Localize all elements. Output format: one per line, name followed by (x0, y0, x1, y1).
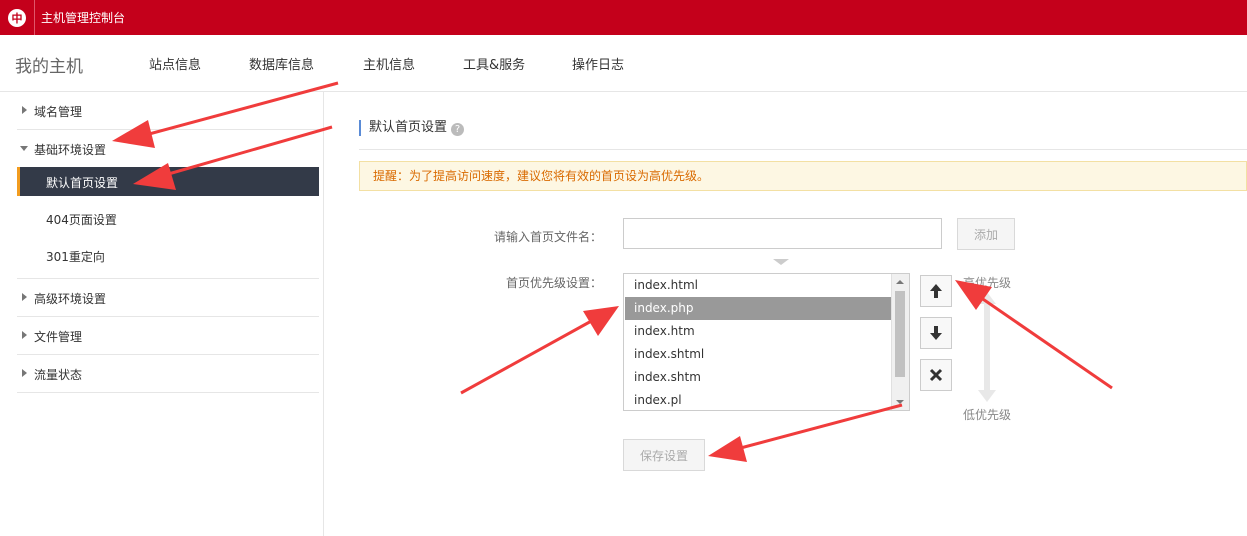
priority-scale-icon (978, 292, 996, 402)
list-item[interactable]: index.pl (625, 389, 892, 410)
arrow-down-icon (930, 326, 942, 340)
sidebar-subitem-404[interactable]: 404页面设置 (17, 204, 319, 233)
sidebar-item-traffic[interactable]: 流量状态 (17, 355, 319, 393)
sidebar-item-domain[interactable]: 域名管理 (17, 92, 319, 130)
logo[interactable]: 中 (0, 0, 35, 35)
delete-button[interactable] (920, 359, 952, 391)
annotation-arrow-3 (460, 306, 619, 395)
sidebar-subitem-label: 默认首页设置 (46, 176, 119, 190)
brand-title[interactable]: 我的主机 (15, 52, 83, 77)
low-priority-label: 低优先级 (963, 408, 1012, 422)
page-title: 默认首页设置? (359, 120, 465, 136)
list-item[interactable]: index.shtm (625, 366, 892, 389)
close-icon (929, 368, 943, 382)
list-item[interactable]: index.htm (625, 320, 892, 343)
app-title: 主机管理控制台 (41, 11, 126, 25)
logo-icon: 中 (8, 8, 26, 27)
sidebar-subitem-301[interactable]: 301重定向 (17, 241, 319, 270)
list-item[interactable]: index.html (625, 274, 892, 297)
sidebar: 域名管理 基础环境设置 默认首页设置 404页面设置 301重定向 高级环境设置… (0, 92, 324, 536)
listbox-scrollbar[interactable] (891, 274, 909, 410)
divider (359, 149, 1247, 150)
sidebar-item-basic-env[interactable]: 基础环境设置 (17, 130, 319, 167)
notice-banner: 提醒：为了提高访问速度，建议您将有效的首页设为高优先级。 (359, 161, 1247, 191)
list-item[interactable]: index.shtml (625, 343, 892, 366)
sidebar-subitem-default-page[interactable]: 默认首页设置 (17, 167, 319, 196)
sidebar-item-label: 文件管理 (34, 330, 83, 344)
high-priority-label: 高优先级 (963, 276, 1012, 290)
list-item-selected[interactable]: index.php (625, 297, 892, 320)
save-button[interactable]: 保存设置 (623, 439, 705, 471)
filename-input[interactable] (623, 218, 942, 249)
nav-item-host-info[interactable]: 主机信息 (363, 54, 415, 73)
arrow-up-icon (930, 284, 942, 298)
sidebar-item-label: 流量状态 (34, 368, 83, 382)
move-down-button[interactable] (920, 317, 952, 349)
nav-item-operation-log[interactable]: 操作日志 (572, 54, 624, 73)
nav-item-site-info[interactable]: 站点信息 (149, 54, 201, 73)
top-bar: 中 主机管理控制台 (0, 0, 1247, 35)
sidebar-item-label: 域名管理 (34, 105, 83, 119)
main-nav: 我的主机 站点信息 数据库信息 主机信息 工具&服务 操作日志 (0, 35, 1247, 92)
nav-item-database-info[interactable]: 数据库信息 (249, 54, 314, 73)
scroll-up-icon[interactable] (896, 280, 904, 284)
sidebar-item-advanced-env[interactable]: 高级环境设置 (17, 278, 319, 317)
sidebar-item-label: 基础环境设置 (34, 143, 107, 157)
scroll-thumb[interactable] (895, 291, 905, 377)
caret-down-icon (773, 259, 789, 265)
sidebar-item-file-mgmt[interactable]: 文件管理 (17, 317, 319, 355)
chevron-right-icon (22, 106, 27, 114)
nav-item-tools-services[interactable]: 工具&服务 (463, 54, 525, 73)
chevron-right-icon (22, 369, 27, 377)
move-up-button[interactable] (920, 275, 952, 307)
add-button[interactable]: 添加 (957, 218, 1015, 250)
priority-label: 首页优先级设置： (505, 276, 602, 290)
chevron-right-icon (22, 293, 27, 301)
priority-listbox[interactable]: index.html index.php index.htm index.sht… (623, 273, 910, 411)
sidebar-subitem-label: 301重定向 (46, 250, 105, 264)
filename-label: 请输入首页文件名： (493, 230, 602, 244)
chevron-down-icon (20, 146, 28, 151)
sidebar-subitem-label: 404页面设置 (46, 213, 117, 227)
sidebar-item-label: 高级环境设置 (34, 292, 107, 306)
scroll-down-icon[interactable] (896, 400, 904, 404)
annotation-arrow-5 (708, 403, 903, 462)
page-title-text: 默认首页设置 (369, 120, 448, 135)
help-icon[interactable]: ? (451, 123, 465, 136)
chevron-right-icon (22, 331, 27, 339)
